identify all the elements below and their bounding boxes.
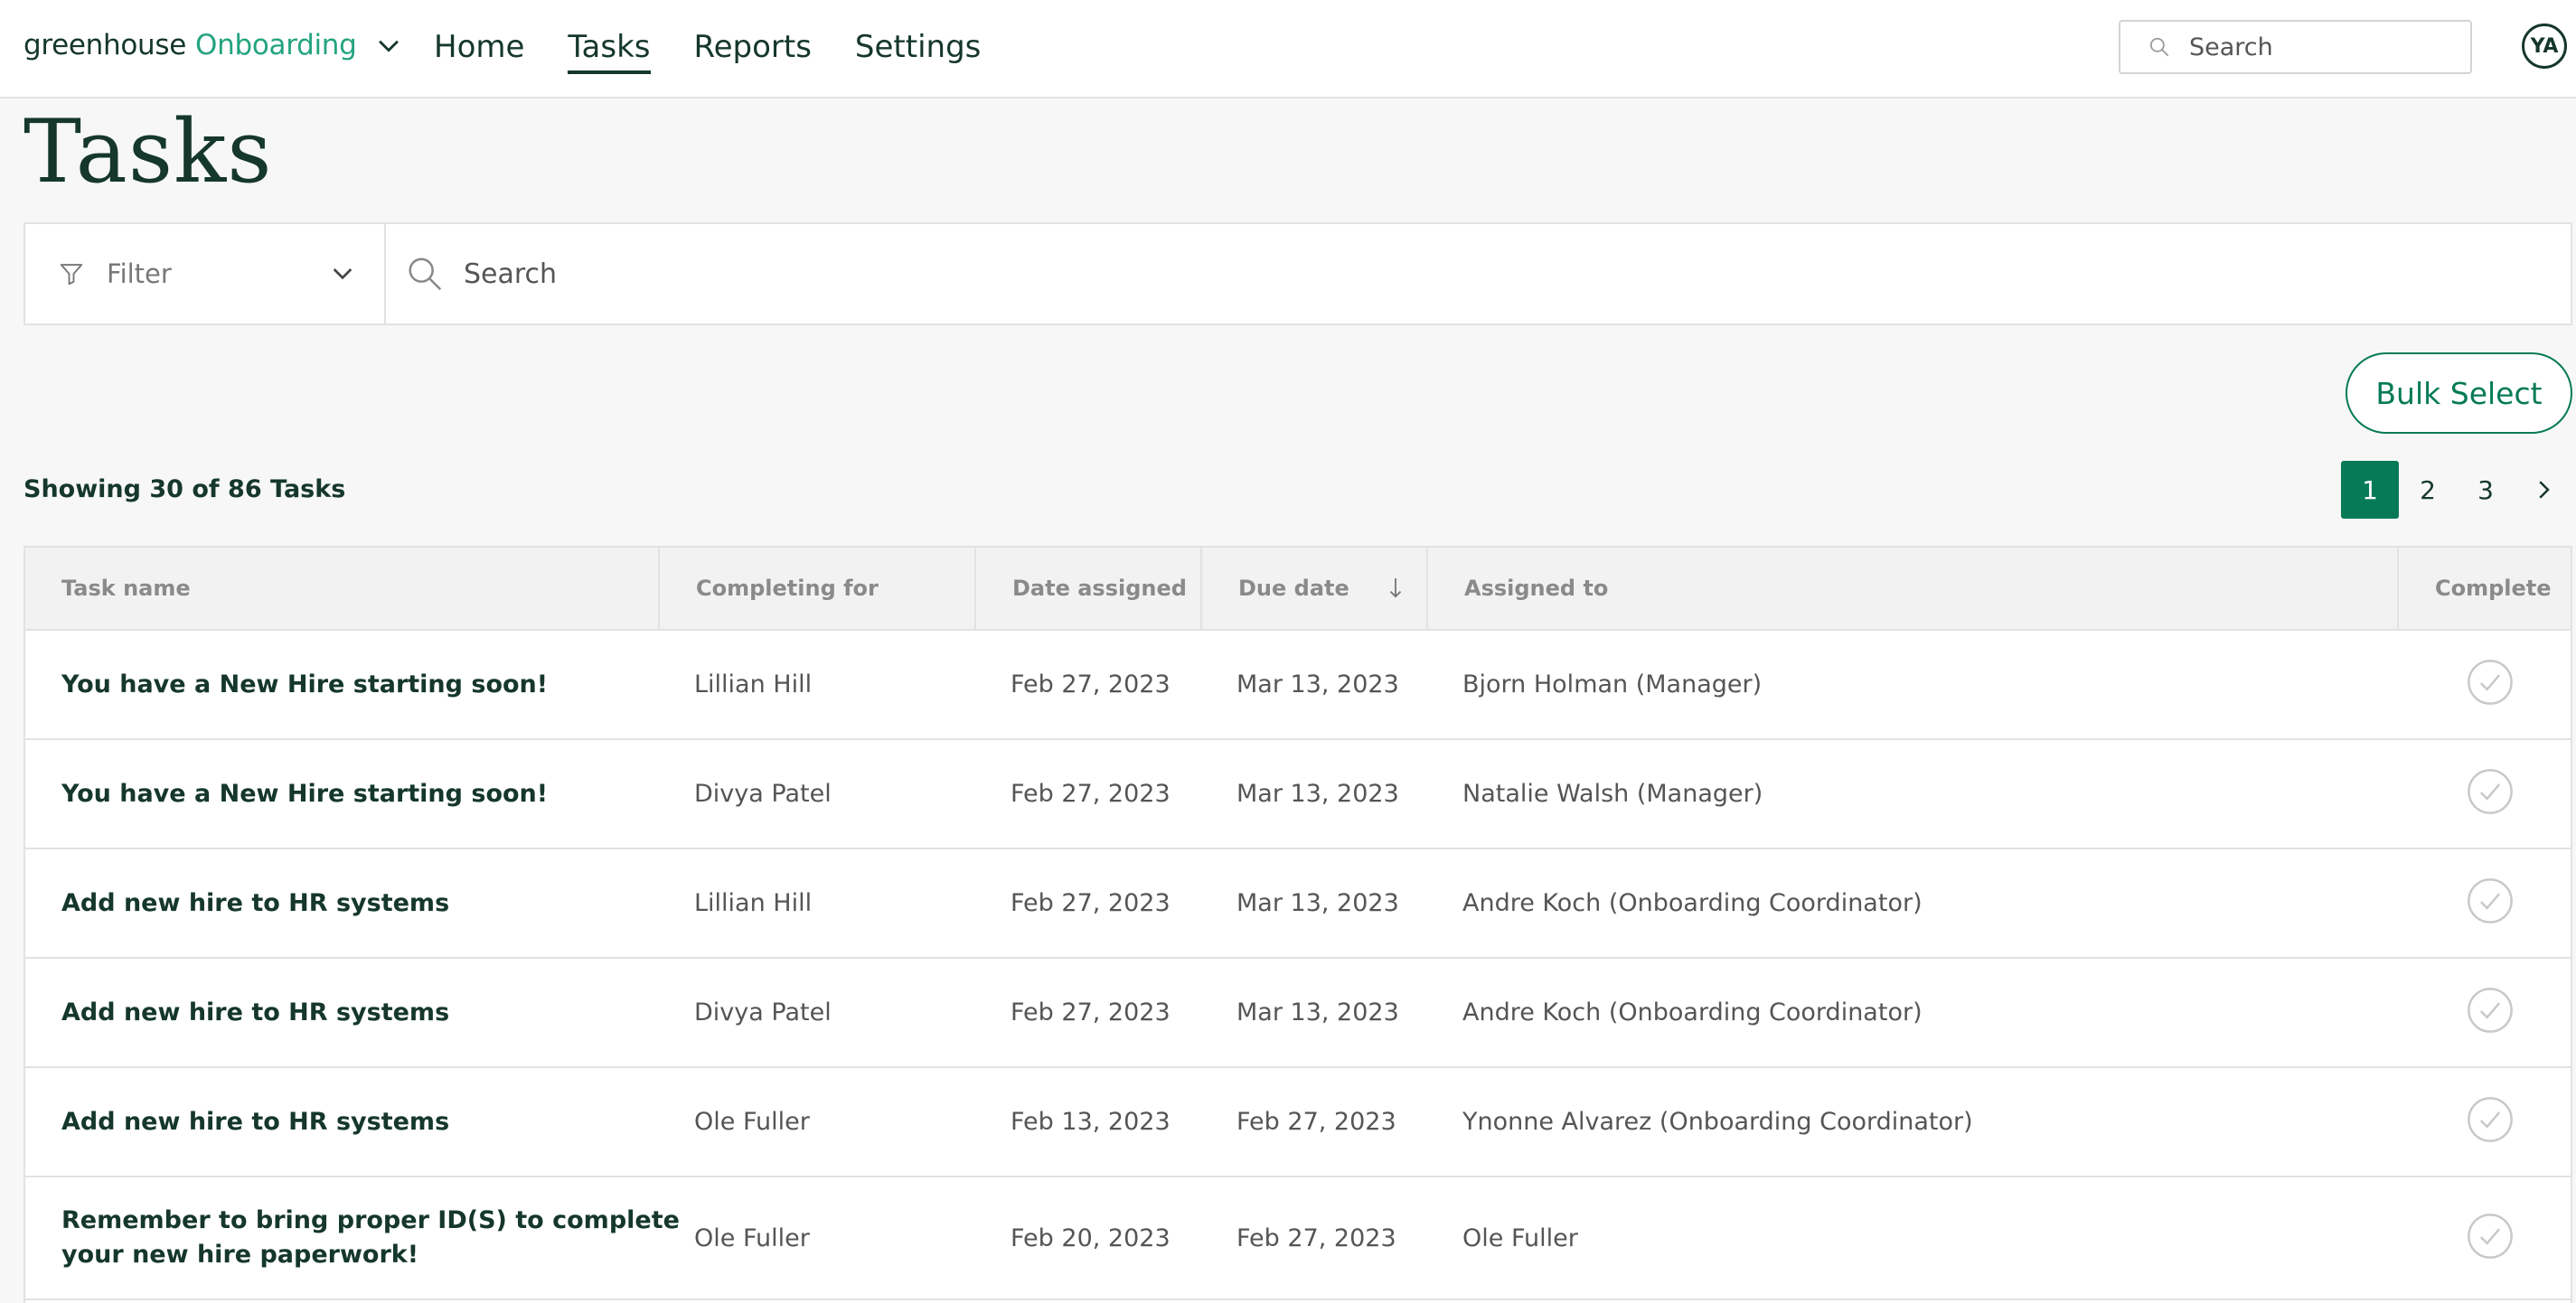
nav-tasks[interactable]: Tasks bbox=[568, 0, 651, 94]
brand-name: greenhouse bbox=[24, 29, 187, 61]
task-name-line-2: your new hire paperwork! bbox=[61, 1241, 419, 1269]
due-date: Mar 13, 2023 bbox=[1236, 998, 1399, 1026]
filter-icon bbox=[60, 264, 83, 286]
due-date: Mar 13, 2023 bbox=[1236, 780, 1399, 808]
completing-for: Ole Fuller bbox=[694, 1223, 810, 1252]
tasks-table: Task name Completing for Date assigned D… bbox=[24, 546, 2572, 1303]
due-date: Mar 13, 2023 bbox=[1236, 889, 1399, 917]
page-3-button[interactable]: 3 bbox=[2457, 461, 2515, 519]
global-search-input[interactable] bbox=[2189, 33, 2460, 61]
page-1-button[interactable]: 1 bbox=[2341, 461, 2399, 519]
date-assigned: Feb 27, 2023 bbox=[1011, 670, 1170, 698]
filter-dropdown[interactable]: Filter bbox=[25, 224, 386, 323]
completing-for: Ole Fuller bbox=[694, 1108, 810, 1136]
nav-home[interactable]: Home bbox=[434, 0, 524, 94]
table-header: Task name Completing for Date assigned D… bbox=[25, 548, 2571, 631]
complete-check-icon[interactable] bbox=[2466, 876, 2515, 925]
search-icon bbox=[2149, 37, 2169, 57]
next-page-button[interactable] bbox=[2515, 461, 2572, 519]
assigned-to: Andre Koch (Onboarding Coordinator) bbox=[1462, 889, 1923, 917]
date-assigned: Feb 27, 2023 bbox=[1011, 889, 1170, 917]
chevron-right-icon bbox=[2539, 481, 2550, 499]
bulk-select-button[interactable]: Bulk Select bbox=[2346, 352, 2572, 434]
search-icon bbox=[409, 258, 442, 291]
column-header-complete[interactable]: Complete bbox=[2397, 548, 2572, 629]
page-2-button[interactable]: 2 bbox=[2399, 461, 2457, 519]
completing-for: Lillian Hill bbox=[694, 670, 813, 698]
table-row[interactable]: Add new hire to HR systems Divya Patel F… bbox=[25, 959, 2571, 1068]
table-row[interactable]: Add new hire to HR systems Ole Fuller Fe… bbox=[25, 1068, 2571, 1177]
task-name[interactable]: Add new hire to HR systems bbox=[61, 959, 449, 1066]
task-search-input[interactable] bbox=[464, 258, 2091, 290]
column-header-assigned-to[interactable]: Assigned to bbox=[1426, 548, 2421, 629]
table-row[interactable]: Remember to bring proper ID(S) to comple… bbox=[25, 1177, 2571, 1300]
product-switcher[interactable]: greenhouse Onboarding bbox=[24, 20, 404, 70]
column-header-due-date[interactable]: Due date bbox=[1200, 548, 1426, 629]
table-row[interactable]: You have a New Hire starting soon! Divya… bbox=[25, 740, 2571, 849]
task-name[interactable]: Remember to bring proper ID(S) to comple… bbox=[61, 1177, 680, 1298]
brand-product-name: Onboarding bbox=[195, 29, 357, 61]
nav-reports[interactable]: Reports bbox=[694, 0, 812, 94]
due-date: Feb 27, 2023 bbox=[1236, 1223, 1396, 1252]
task-name[interactable]: Add new hire to HR systems bbox=[61, 849, 449, 957]
assigned-to: Ynonne Alvarez (Onboarding Coordinator) bbox=[1462, 1108, 1973, 1136]
table-row[interactable]: You have a New Hire starting soon! Lilli… bbox=[25, 631, 2571, 740]
filter-label: Filter bbox=[107, 258, 172, 289]
date-assigned: Feb 13, 2023 bbox=[1011, 1108, 1170, 1136]
assigned-to: Andre Koch (Onboarding Coordinator) bbox=[1462, 998, 1923, 1026]
top-navigation-bar: greenhouse Onboarding Home Tasks Reports … bbox=[0, 0, 2576, 98]
complete-check-icon[interactable] bbox=[2466, 1212, 2515, 1261]
completing-for: Divya Patel bbox=[694, 998, 832, 1026]
task-name-line-1: Remember to bring proper ID(S) to comple… bbox=[61, 1206, 680, 1234]
complete-check-icon[interactable] bbox=[2466, 767, 2515, 816]
completing-for: Lillian Hill bbox=[694, 889, 813, 917]
results-summary: Showing 30 of 86 Tasks bbox=[24, 475, 346, 503]
complete-check-icon[interactable] bbox=[2466, 1095, 2515, 1144]
date-assigned: Feb 27, 2023 bbox=[1011, 780, 1170, 808]
table-row[interactable]: Add new hire to HR systems Lillian Hill … bbox=[25, 849, 2571, 959]
due-date: Feb 27, 2023 bbox=[1236, 1108, 1396, 1136]
complete-check-icon[interactable] bbox=[2466, 658, 2515, 707]
column-header-date-assigned[interactable]: Date assigned bbox=[974, 548, 1200, 629]
assigned-to: Natalie Walsh (Manager) bbox=[1462, 780, 1763, 808]
chevron-down-icon bbox=[333, 268, 353, 280]
column-header-task-name[interactable]: Task name bbox=[61, 548, 191, 629]
global-search bbox=[2119, 20, 2472, 74]
nav-settings[interactable]: Settings bbox=[855, 0, 981, 94]
due-date: Mar 13, 2023 bbox=[1236, 670, 1399, 698]
task-search bbox=[386, 224, 2571, 323]
due-date-header-label: Due date bbox=[1238, 576, 1349, 601]
sort-down-arrow-icon bbox=[1389, 578, 1401, 598]
user-avatar[interactable]: YA bbox=[2522, 23, 2567, 69]
date-assigned: Feb 27, 2023 bbox=[1011, 998, 1170, 1026]
task-name[interactable]: You have a New Hire starting soon! bbox=[61, 740, 548, 848]
filter-bar: Filter bbox=[24, 222, 2572, 325]
pagination: 1 2 3 bbox=[2341, 461, 2572, 519]
page-title: Tasks bbox=[24, 101, 273, 202]
complete-check-icon[interactable] bbox=[2466, 986, 2515, 1035]
column-header-completing-for[interactable]: Completing for bbox=[658, 548, 974, 629]
main-nav: Home Tasks Reports Settings bbox=[434, 0, 981, 94]
assigned-to: Bjorn Holman (Manager) bbox=[1462, 670, 1763, 698]
completing-for: Divya Patel bbox=[694, 780, 832, 808]
chevron-down-icon bbox=[378, 40, 399, 52]
assigned-to: Ole Fuller bbox=[1462, 1223, 1578, 1252]
task-name[interactable]: You have a New Hire starting soon! bbox=[61, 631, 548, 738]
task-name[interactable]: Add new hire to HR systems bbox=[61, 1068, 449, 1176]
date-assigned: Feb 20, 2023 bbox=[1011, 1223, 1170, 1252]
